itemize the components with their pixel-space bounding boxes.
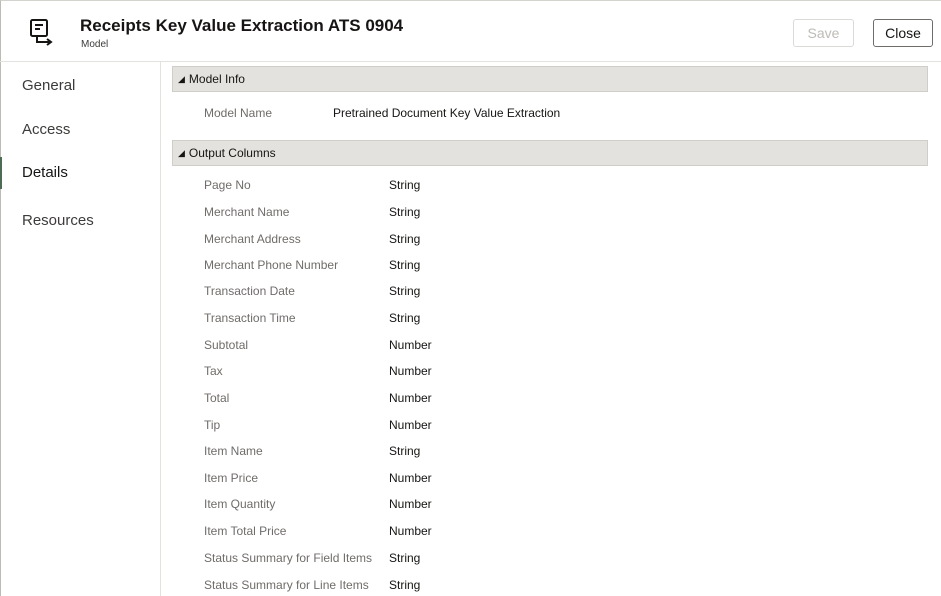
sidebar-item-resources[interactable]: Resources <box>0 205 160 237</box>
column-name: Merchant Phone Number <box>204 258 339 272</box>
page-subtitle: Model <box>81 39 109 50</box>
column-name: Page No <box>204 178 251 192</box>
column-type: Number <box>389 338 432 352</box>
model-name-value: Pretrained Document Key Value Extraction <box>333 106 561 120</box>
column-name: Merchant Name <box>204 205 290 219</box>
column-type: String <box>389 178 421 192</box>
column-name: Item Name <box>204 444 263 458</box>
close-button[interactable]: Close <box>873 19 933 47</box>
model-name-label: Model Name <box>204 106 273 120</box>
column-type: String <box>389 551 421 565</box>
column-name: Transaction Date <box>204 284 295 298</box>
output-columns-section-header[interactable]: ◢ Output Columns <box>172 140 928 166</box>
column-name: Item Total Price <box>204 524 287 538</box>
save-button[interactable]: Save <box>793 19 854 47</box>
model-document-icon <box>30 19 53 46</box>
column-type: Number <box>389 364 432 378</box>
page-title: Receipts Key Value Extraction ATS 0904 <box>80 16 404 35</box>
column-name: Status Summary for Field Items <box>204 551 373 565</box>
column-name: Item Quantity <box>204 497 276 511</box>
collapse-triangle-icon: ◢ <box>178 148 185 158</box>
column-type: String <box>389 232 421 246</box>
column-type: String <box>389 258 421 272</box>
column-name: Status Summary for Line Items <box>204 578 369 592</box>
column-type: String <box>389 311 421 325</box>
column-type: String <box>389 578 421 592</box>
column-name: Tax <box>204 364 223 378</box>
sidebar-item-access[interactable]: Access <box>0 114 160 146</box>
section-title: Model Info <box>188 72 245 86</box>
column-type: Number <box>389 471 432 485</box>
column-type: Number <box>389 418 432 432</box>
model-info-section-header[interactable]: ◢ Model Info <box>172 66 928 92</box>
column-type: Number <box>389 524 432 538</box>
column-name: Subtotal <box>204 338 249 352</box>
sidebar-item-general[interactable]: General <box>0 70 160 102</box>
sidebar-nav: General Access Details Resources <box>0 62 161 596</box>
page-header: Receipts Key Value Extraction ATS 0904 M… <box>0 0 941 62</box>
column-name: Tip <box>204 418 221 432</box>
column-name: Total <box>204 391 230 405</box>
column-name: Item Price <box>204 471 259 485</box>
collapse-triangle-icon: ◢ <box>178 74 185 84</box>
column-name: Merchant Address <box>204 232 301 246</box>
column-type: String <box>389 205 421 219</box>
column-type: String <box>389 444 421 458</box>
column-type: Number <box>389 497 432 511</box>
sidebar-item-details[interactable]: Details <box>0 157 160 189</box>
column-name: Transaction Time <box>204 311 296 325</box>
column-type: Number <box>389 391 432 405</box>
section-title: Output Columns <box>188 146 276 160</box>
column-type: String <box>389 284 421 298</box>
